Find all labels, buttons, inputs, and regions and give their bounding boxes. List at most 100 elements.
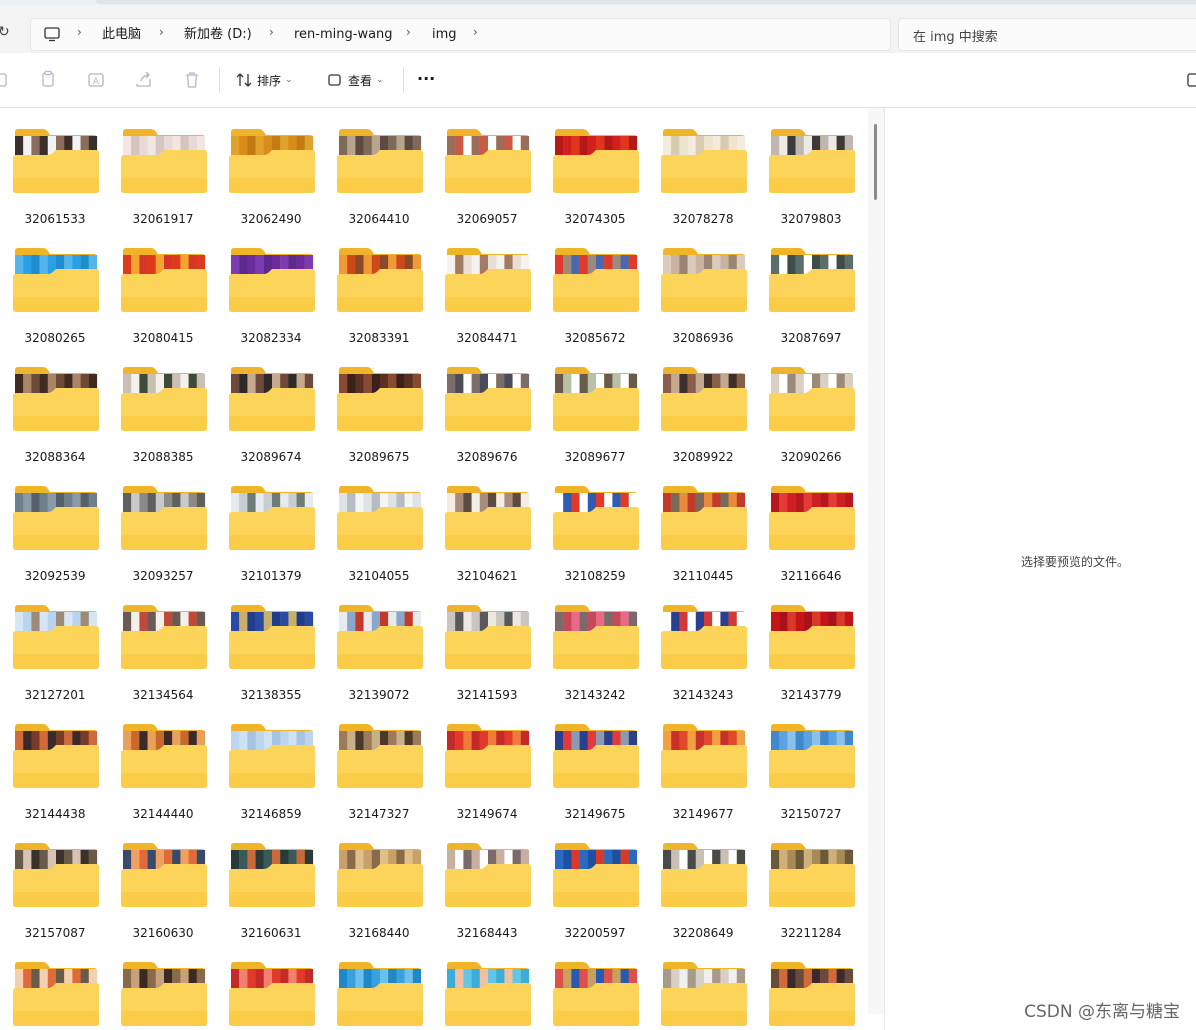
folder-item[interactable]: 32089677: [541, 346, 649, 465]
folder-item[interactable]: [541, 941, 649, 1030]
folder-item[interactable]: 32143243: [649, 584, 757, 703]
folder-item[interactable]: 32143242: [541, 584, 649, 703]
folder-item[interactable]: 32074305: [541, 108, 649, 227]
folder-item[interactable]: 32080265: [1, 227, 109, 346]
folder-icon: [553, 129, 639, 193]
folder-name: 32168440: [348, 926, 410, 940]
cut-icon[interactable]: [0, 70, 12, 90]
folder-item[interactable]: 32127201: [1, 584, 109, 703]
delete-icon[interactable]: [182, 70, 202, 90]
folder-item[interactable]: 32138355: [217, 584, 325, 703]
more-options-button[interactable]: ···: [417, 67, 435, 89]
copy-icon[interactable]: [38, 70, 58, 90]
folder-item[interactable]: 32084471: [433, 227, 541, 346]
folder-item[interactable]: 32092539: [1, 465, 109, 584]
folder-item[interactable]: 32143779: [757, 584, 865, 703]
folder-item[interactable]: [757, 941, 865, 1030]
folder-item[interactable]: 32083391: [325, 227, 433, 346]
folder-item[interactable]: 32134564: [109, 584, 217, 703]
monitor-icon[interactable]: [43, 25, 61, 43]
folder-item[interactable]: 32089674: [217, 346, 325, 465]
folder-icon: [445, 605, 531, 669]
folder-icon: [121, 605, 207, 669]
folder-item[interactable]: 32168443: [433, 822, 541, 941]
folder-item[interactable]: 32080415: [109, 227, 217, 346]
breadcrumb-drive-d[interactable]: 新加卷 (D:): [184, 26, 252, 43]
view-button[interactable]: 查看 ⌄: [326, 69, 384, 91]
folder-item[interactable]: 32157087: [1, 822, 109, 941]
refresh-icon[interactable]: ↻: [0, 24, 10, 40]
folder-name: 32143243: [672, 688, 734, 702]
folder-item[interactable]: 32089675: [325, 346, 433, 465]
folder-item[interactable]: 32110445: [649, 465, 757, 584]
chevron-right-icon[interactable]: ›: [406, 25, 411, 39]
folder-item[interactable]: 32208649: [649, 822, 757, 941]
folder-icon: [13, 367, 99, 431]
folder-item[interactable]: 32086936: [649, 227, 757, 346]
folder-item[interactable]: 32116646: [757, 465, 865, 584]
scrollbar-thumb[interactable]: [874, 124, 877, 200]
chevron-right-icon[interactable]: ›: [159, 25, 164, 39]
folder-item[interactable]: 32061917: [109, 108, 217, 227]
folder-item[interactable]: [217, 941, 325, 1030]
folder-icon: [337, 724, 423, 788]
search-input[interactable]: 在 img 中搜索: [898, 18, 1196, 51]
vertical-scrollbar[interactable]: [868, 108, 884, 1014]
folder-item[interactable]: [1, 941, 109, 1030]
folder-item[interactable]: 32064410: [325, 108, 433, 227]
folder-item[interactable]: 32168440: [325, 822, 433, 941]
folder-item[interactable]: [325, 941, 433, 1030]
folder-item[interactable]: 32144438: [1, 703, 109, 822]
folder-item[interactable]: 32200597: [541, 822, 649, 941]
folder-item[interactable]: 32085672: [541, 227, 649, 346]
folder-item[interactable]: 32093257: [109, 465, 217, 584]
folder-item[interactable]: 32078278: [649, 108, 757, 227]
share-icon[interactable]: [134, 70, 154, 90]
folder-item[interactable]: 32139072: [325, 584, 433, 703]
folder-item[interactable]: 32089922: [649, 346, 757, 465]
folder-item[interactable]: 32141593: [433, 584, 541, 703]
folder-item[interactable]: 32146859: [217, 703, 325, 822]
address-bar[interactable]: › 此电脑 › 新加卷 (D:) › ren-ming-wang › img ›: [30, 18, 891, 51]
folder-item[interactable]: [433, 941, 541, 1030]
breadcrumb-this-pc[interactable]: 此电脑: [102, 26, 141, 43]
folder-item[interactable]: 32160630: [109, 822, 217, 941]
folder-item[interactable]: 32150727: [757, 703, 865, 822]
folder-item[interactable]: 32061533: [1, 108, 109, 227]
folder-item[interactable]: 32211284: [757, 822, 865, 941]
breadcrumb-img[interactable]: img: [432, 26, 457, 43]
folder-item[interactable]: 32101379: [217, 465, 325, 584]
folder-item[interactable]: 32160631: [217, 822, 325, 941]
breadcrumb-ren-ming-wang[interactable]: ren-ming-wang: [294, 26, 393, 43]
chevron-right-icon[interactable]: ›: [77, 25, 82, 39]
chevron-right-icon[interactable]: ›: [269, 25, 274, 39]
folder-item[interactable]: 32090266: [757, 346, 865, 465]
folder-item[interactable]: 32104055: [325, 465, 433, 584]
folder-item[interactable]: 32104621: [433, 465, 541, 584]
folder-item[interactable]: 32149675: [541, 703, 649, 822]
toolbar-divider: [219, 67, 220, 93]
folder-item[interactable]: 32144440: [109, 703, 217, 822]
folder-item[interactable]: 32062490: [217, 108, 325, 227]
rename-icon[interactable]: A: [86, 70, 106, 90]
folder-item[interactable]: 32088364: [1, 346, 109, 465]
details-pane-icon[interactable]: [1186, 70, 1196, 90]
folder-item[interactable]: 32149674: [433, 703, 541, 822]
folder-item[interactable]: 32149677: [649, 703, 757, 822]
folder-name: 32116646: [780, 569, 842, 583]
sort-button[interactable]: 排序 ⌄: [235, 69, 293, 91]
folder-item[interactable]: 32089676: [433, 346, 541, 465]
file-list-area[interactable]: 32061533 32061917 32062490 32064410 32069057…: [0, 108, 868, 1030]
view-icon: [328, 74, 341, 86]
folder-item[interactable]: [649, 941, 757, 1030]
folder-item[interactable]: 32147327: [325, 703, 433, 822]
folder-item[interactable]: 32069057: [433, 108, 541, 227]
folder-item[interactable]: 32088385: [109, 346, 217, 465]
chevron-right-icon[interactable]: ›: [473, 25, 478, 39]
folder-icon: [661, 248, 747, 312]
folder-item[interactable]: 32079803: [757, 108, 865, 227]
folder-item[interactable]: 32082334: [217, 227, 325, 346]
folder-item[interactable]: 32087697: [757, 227, 865, 346]
folder-item[interactable]: [109, 941, 217, 1030]
folder-item[interactable]: 32108259: [541, 465, 649, 584]
